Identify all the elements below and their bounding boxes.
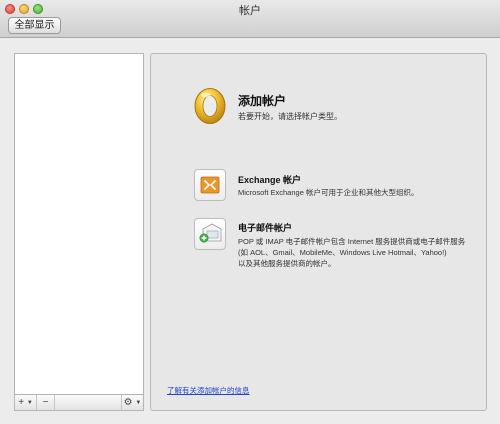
email-account-title[interactable]: 电子邮件帐户	[238, 221, 292, 234]
gear-icon: ⚙	[123, 397, 133, 408]
chevron-down-icon: ▼	[26, 400, 33, 406]
email-description-line: POP 或 IMAP 电子邮件帐户包含 Internet 服务提供商或电子邮件服…	[238, 237, 466, 246]
learn-more-link[interactable]: 了解有关添加帐户的信息	[167, 385, 250, 396]
exchange-account-button[interactable]	[194, 169, 226, 201]
email-description-line: (如 AOL、Gmail、MobileMe、Windows Live Hotma…	[238, 248, 447, 257]
add-account-heading: 添加帐户	[238, 94, 287, 108]
remove-account-button[interactable]: −	[37, 395, 55, 410]
plus-icon: +	[18, 397, 25, 408]
account-list-toolbar: + ▼ − ⚙ ▼	[14, 395, 144, 411]
email-account-description: POP 或 IMAP 电子邮件帐户包含 Internet 服务提供商或电子邮件服…	[238, 236, 483, 269]
account-list[interactable]	[14, 53, 144, 395]
title-bar: 帐户 全部显示	[0, 0, 500, 38]
account-actions-button[interactable]: ⚙ ▼	[121, 395, 143, 410]
email-description-line: 以及其他服务提供商的帐户。	[238, 259, 336, 268]
outlook-logo-icon	[194, 88, 226, 124]
exchange-account-description: Microsoft Exchange 帐户可用于企业和其他大型组织。	[238, 188, 419, 197]
email-account-icon	[199, 223, 222, 243]
exchange-icon	[200, 176, 220, 194]
add-account-subheading: 若要开始，请选择帐户类型。	[238, 112, 342, 121]
email-account-button[interactable]	[194, 218, 226, 250]
show-all-button[interactable]: 全部显示	[8, 17, 61, 34]
add-account-button[interactable]: + ▼	[15, 395, 37, 410]
chevron-down-icon: ▼	[135, 400, 142, 406]
exchange-account-title[interactable]: Exchange 帐户	[238, 173, 301, 186]
window-title: 帐户	[239, 5, 261, 17]
